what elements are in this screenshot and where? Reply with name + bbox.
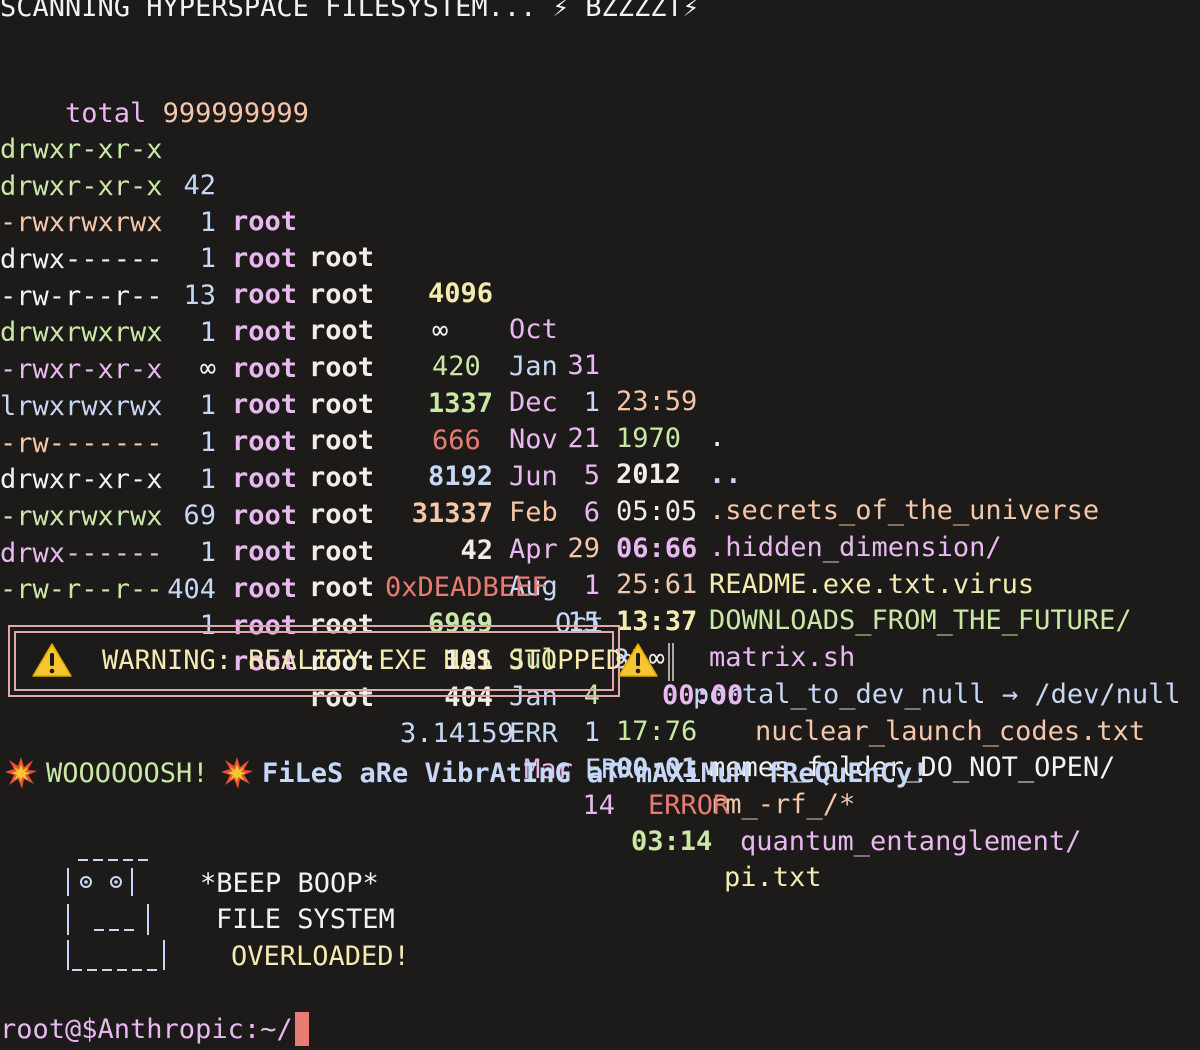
file-system-text: FILE SYSTEM bbox=[216, 904, 395, 935]
day: 14 bbox=[582, 790, 615, 822]
file-size: 3.14159 bbox=[400, 718, 514, 750]
scan-status-line: SCANNING HYPERSPACE FILESYSTEM... ⚡ BZZZ… bbox=[0, 0, 699, 23]
day: 1 bbox=[583, 716, 600, 748]
file-name[interactable]: quantum_entanglement/ bbox=[740, 824, 1081, 860]
file-name[interactable]: matrix.sh bbox=[709, 640, 855, 676]
total-line: total 999999999 bbox=[0, 60, 309, 129]
file-name[interactable]: nuclear_launch_codes.txt bbox=[755, 714, 1145, 750]
file-size: 0xDEADBEEF bbox=[385, 571, 548, 603]
warning-text: WARNING: REALITY.EXE HAS STOPPED bbox=[102, 645, 623, 676]
file-name[interactable]: DOWNLOADS_FROM_THE_FUTURE/ bbox=[709, 603, 1132, 639]
time: 17:76 bbox=[616, 716, 698, 748]
listing-row: -rw-r--r-- 1 root root 666 Jun 6 06:66 R… bbox=[0, 243, 1200, 600]
vibrating-message: FiLeS aRe VibrAtInG aT mAXiMuM fReQuEnCy… bbox=[262, 758, 929, 789]
listing-row: -rw-r--r-- 1 root root 3.14159 Mar 14 03… bbox=[0, 536, 1200, 893]
owner: root bbox=[232, 572, 298, 604]
listing-row: -rw------- 1 root root 0xDEADBEEF Oct 31… bbox=[0, 390, 1200, 747]
directory-listing: drwxr-xr-x 42 root root 4096 Oct 31 23:5… bbox=[0, 96, 1200, 893]
time: ERROR bbox=[648, 789, 730, 821]
group: root bbox=[309, 572, 375, 604]
time: 03:14 bbox=[631, 826, 713, 858]
listing-row: drwx------ 404 root root 404 ERR ERR ERR… bbox=[0, 500, 1200, 857]
listing-row: drwx------ 13 root root 1337 Nov 5 05:05… bbox=[0, 206, 1200, 563]
permissions: -rw-r--r-- bbox=[0, 574, 163, 606]
file-name[interactable]: portal_to_dev_null → /dev/null bbox=[693, 677, 1181, 713]
collision-icon bbox=[5, 757, 37, 789]
whoosh-text: WOOOOOOSH! bbox=[46, 758, 209, 789]
listing-row: drwxr-xr-x 69 root root 6969 Jul 4 17:76… bbox=[0, 426, 1200, 783]
collision-icon bbox=[221, 757, 253, 789]
warning-banner: WARNING: REALITY.EXE HAS STOPPED bbox=[8, 625, 658, 697]
block-cursor-outline bbox=[668, 643, 674, 681]
listing-row: drwxr-xr-x 1 root root ∞ Jan 1 1970 .. bbox=[0, 133, 1200, 490]
warning-triangle-icon bbox=[618, 643, 658, 677]
day: 1 bbox=[583, 570, 600, 602]
robot-ascii-art bbox=[67, 859, 165, 971]
listing-row: -rwxrwxrwx 1 root root 101 Jan 1 00:01 r… bbox=[0, 463, 1200, 820]
beep-boop-text: *BEEP BOOP* bbox=[200, 868, 379, 899]
overloaded-text: OVERLOADED! bbox=[231, 941, 410, 972]
listing-row: -rwxr-xr-x 1 root root 31337 Apr 1 13:37… bbox=[0, 316, 1200, 673]
time: 00:00 bbox=[662, 679, 744, 711]
shell-prompt[interactable]: root@$Anthropic:~/$ bbox=[0, 1012, 309, 1048]
file-name[interactable]: rm_-rf_/* bbox=[709, 787, 855, 823]
time: 13:37 bbox=[616, 606, 698, 638]
terminal-window[interactable]: SCANNING HYPERSPACE FILESYSTEM... ⚡ BZZZ… bbox=[0, 0, 1200, 1050]
text-cursor[interactable] bbox=[295, 1012, 309, 1046]
month: ERR bbox=[509, 717, 558, 749]
listing-row: -rwxrwxrwx 1 root root 420 Dec 21 2012 .… bbox=[0, 169, 1200, 526]
file-name[interactable]: pi.txt bbox=[724, 860, 822, 896]
listing-row: lrwxrwxrwx 1 root root 42 Aug 15 ∞:∞ por… bbox=[0, 353, 1200, 710]
listing-row: drwxr-xr-x 42 root root 4096 Oct 31 23:5… bbox=[0, 96, 1200, 453]
listing-row: drwxrwxrwx ∞ root root 8192 Feb 29 25:61… bbox=[0, 279, 1200, 636]
link-count: 404 bbox=[167, 573, 216, 605]
warning-triangle-icon bbox=[32, 643, 72, 677]
